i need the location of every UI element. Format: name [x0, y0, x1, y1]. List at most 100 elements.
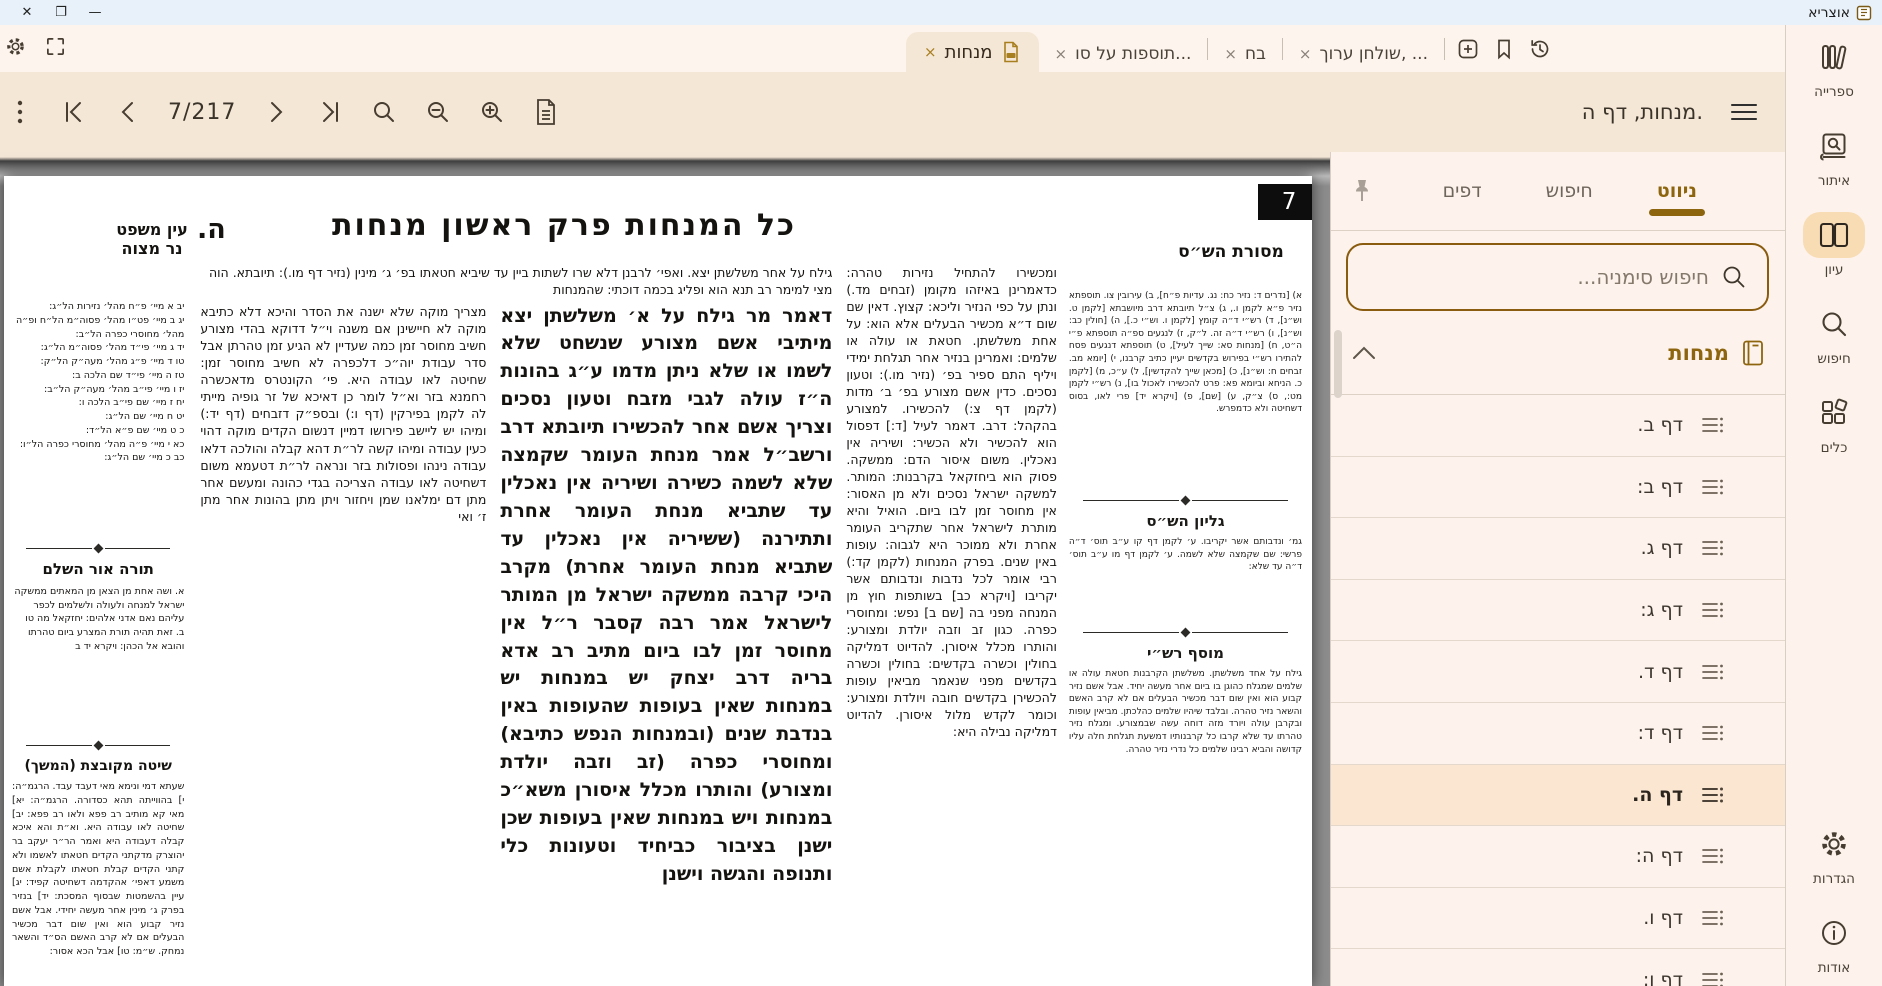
info-icon	[1804, 910, 1864, 956]
tab-label: שולחן ערוך, ...	[1319, 44, 1428, 64]
daf-row-label: דף ד.	[1638, 661, 1683, 683]
bookmark-search-box[interactable]	[1346, 243, 1769, 311]
talmud-page: 7 כל המנחות פרק ראשון מנחות ה. מסורת הש״…	[4, 176, 1312, 986]
tab-close-icon[interactable]: ×	[1224, 45, 1237, 63]
list-icon	[1701, 415, 1725, 435]
talmud-chapter-header: כל המנחות פרק ראשון מנחות	[324, 208, 804, 243]
last-page-icon[interactable]	[316, 99, 344, 125]
chevron-up-icon[interactable]	[1351, 345, 1377, 361]
daf-row-selected[interactable]: דף ה.	[1331, 765, 1785, 827]
list-icon	[1701, 477, 1725, 497]
sidebar-label: הגדרות	[1813, 871, 1855, 887]
daf-row[interactable]: דף ה:	[1331, 826, 1785, 888]
tab-close-icon[interactable]: ×	[1055, 45, 1068, 63]
musaf-rashi-text: גילח על אחד משלשתן. משלשתן הקרבנות חטאת …	[1069, 668, 1302, 756]
tab-shulchan-aruch[interactable]: × שולחן ערוך, ...	[1283, 36, 1444, 72]
tosafot-column: מצריך מוקה שלא ישנה את הסדר והיכא דלא כת…	[200, 303, 486, 889]
list-icon	[1701, 662, 1725, 682]
tab-menachot[interactable]: × מנחות	[906, 32, 1039, 72]
pin-icon[interactable]	[1353, 178, 1371, 204]
daf-row-label: דף ג:	[1640, 599, 1683, 621]
blocks-icon	[1804, 390, 1864, 436]
ein-mishpat-column: יב א מיי׳ פ״ח מהל׳ נזירות הל״ג: יג ב מיי…	[12, 264, 184, 986]
panel-tab-pages[interactable]: דפים	[1443, 180, 1482, 202]
gear-icon	[1804, 821, 1864, 867]
first-page-icon[interactable]	[60, 99, 88, 125]
search-icon[interactable]	[370, 99, 398, 125]
ornament-divider	[1083, 629, 1288, 636]
tab-bach[interactable]: × בח	[1208, 36, 1282, 72]
history-icon[interactable]	[1527, 36, 1553, 62]
masoret-hashas-header: מסורת הש״ס	[1176, 242, 1286, 262]
bookmark-search-input[interactable]	[1368, 265, 1709, 289]
sidebar-item-library[interactable]: ספרייה	[1804, 34, 1864, 100]
sidebar-label: כלים	[1821, 440, 1848, 456]
list-icon	[1701, 846, 1725, 866]
tab-tosafot[interactable]: × תוספות על סו...	[1039, 36, 1208, 72]
sidebar-item-about[interactable]: אודות	[1804, 910, 1864, 976]
tab-strip: × מנחות × תוספות על סו... × בח × שולח	[0, 25, 1785, 72]
daf-row[interactable]: דף ב.	[1331, 395, 1785, 457]
gemara-column: דאמר מר גילח על א׳ משלשתן יצא מיתיבי אשם…	[500, 303, 832, 889]
list-icon	[1701, 600, 1725, 620]
app-sidebar: ספרייה איתור עיון חיפוש	[1785, 25, 1882, 986]
pdf-viewer[interactable]: 7 כל המנחות פרק ראשון מנחות ה. מסורת הש״…	[0, 152, 1330, 986]
sidebar-item-tools[interactable]: כלים	[1804, 390, 1864, 456]
prev-page-icon[interactable]	[114, 99, 142, 125]
sidebar-item-search[interactable]: חיפוש	[1804, 301, 1864, 367]
bookmark-icon[interactable]	[1491, 36, 1517, 62]
window-titlebar: ✕ ❐ — אוצריא	[0, 0, 1882, 25]
pdf-toolbar: 7/217 מנחות, דף ה.	[0, 72, 1785, 152]
panel-tab-search[interactable]: חיפוש	[1546, 180, 1593, 202]
app-logo-icon	[1856, 5, 1872, 21]
daf-row[interactable]: דף ד.	[1331, 641, 1785, 703]
daf-row[interactable]: דף ב:	[1331, 457, 1785, 519]
tab-close-icon[interactable]: ×	[924, 43, 937, 61]
add-tab-icon[interactable]	[1455, 36, 1481, 62]
window-minimize-button[interactable]: —	[78, 5, 112, 20]
daf-row[interactable]: דף ד:	[1331, 703, 1785, 765]
daf-row[interactable]: דף ו:	[1331, 949, 1785, 986]
tosafot-top-block: גילח על אחר משלשתן יצא. ואפי׳ לרבנן דלא …	[200, 264, 832, 299]
sidebar-item-locate[interactable]: איתור	[1804, 123, 1864, 189]
book-tree-header[interactable]: מנחות	[1331, 311, 1785, 395]
zoom-in-icon[interactable]	[478, 99, 506, 125]
fullscreen-icon[interactable]	[42, 33, 68, 59]
list-icon	[1701, 970, 1725, 986]
ein-mishpat-header: עין משפט נר מצוה	[107, 220, 197, 258]
page-indicator[interactable]: 7/217	[168, 100, 236, 125]
daf-row[interactable]: דף ג.	[1331, 518, 1785, 580]
ein-mishpat-refs: יב א מיי׳ פ״ח מהל׳ נזירות הל״ג: יג ב מיי…	[12, 300, 184, 538]
window-close-button[interactable]: ✕	[10, 5, 44, 20]
document-icon[interactable]	[532, 98, 560, 126]
daf-row[interactable]: דף ג:	[1331, 580, 1785, 642]
zoom-out-icon[interactable]	[424, 99, 452, 125]
ornament-divider	[26, 545, 170, 552]
panel-scrollbar[interactable]	[1334, 330, 1342, 398]
daf-row[interactable]: דף ו.	[1331, 888, 1785, 950]
next-page-icon[interactable]	[262, 99, 290, 125]
torah-or-text: א. ושה אחת מן הצאן מן המאתים ממשקה ישראל…	[12, 585, 184, 735]
sidebar-item-study[interactable]: עיון	[1803, 212, 1865, 278]
list-icon	[1701, 723, 1725, 743]
panel-tab-bar: ניווט חיפוש דפים	[1331, 152, 1785, 231]
library-books-icon	[1804, 34, 1864, 80]
shita-header: שיטה מקובצת (המשך)	[12, 756, 184, 776]
book-icon	[1741, 339, 1765, 367]
gear-icon[interactable]	[2, 33, 28, 59]
sidebar-item-settings[interactable]: הגדרות	[1804, 821, 1864, 887]
gilyon-hashas-header: גליון הש״ס	[1069, 511, 1302, 532]
sidebar-label: עיון	[1825, 262, 1844, 278]
open-book-icon	[1803, 212, 1865, 258]
book-title: מנחות	[1668, 341, 1729, 365]
daf-row-label: דף ב:	[1637, 476, 1683, 498]
hamburger-menu-icon[interactable]	[1729, 101, 1759, 123]
window-restore-button[interactable]: ❐	[44, 5, 78, 20]
daf-row-label: דף ה.	[1632, 784, 1683, 806]
panel-tab-navigation[interactable]: ניווט	[1657, 180, 1697, 202]
kebab-menu-icon[interactable]	[6, 99, 34, 125]
book-search-icon	[1804, 123, 1864, 169]
list-icon	[1701, 785, 1725, 805]
list-icon	[1701, 908, 1725, 928]
tab-close-icon[interactable]: ×	[1299, 45, 1312, 63]
